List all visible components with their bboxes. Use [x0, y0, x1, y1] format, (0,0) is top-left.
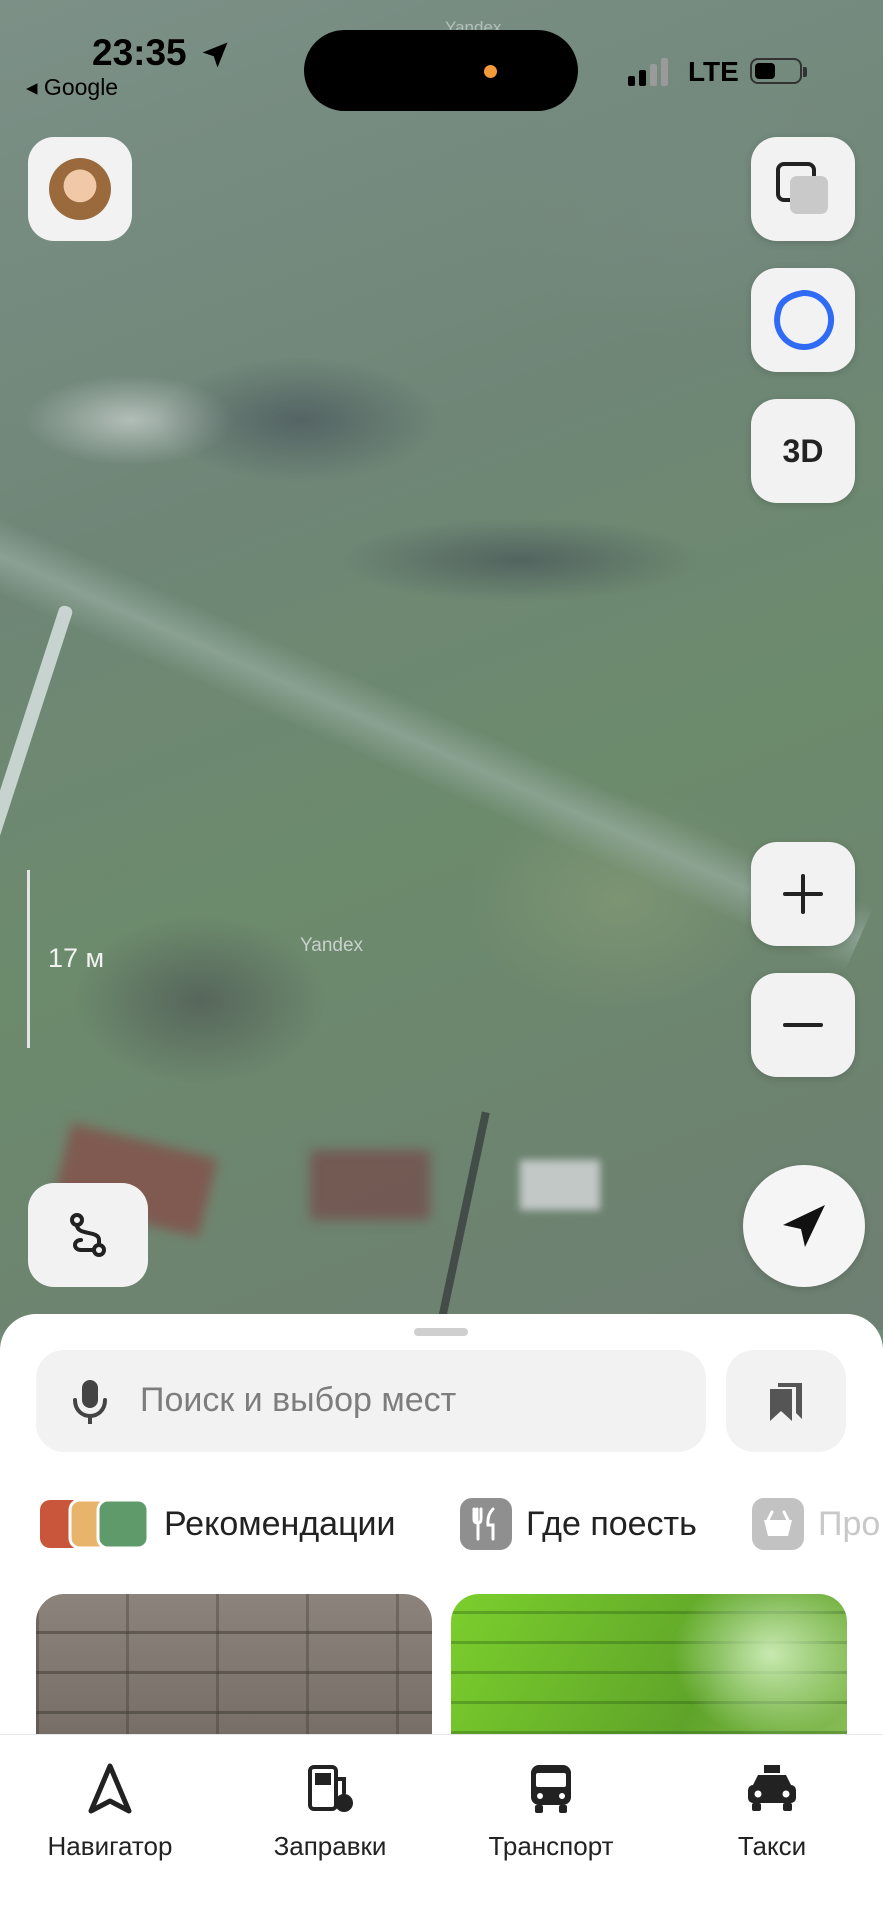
- profile-avatar-button[interactable]: [28, 137, 132, 241]
- road: [0, 604, 74, 856]
- signal-icon: [628, 58, 668, 86]
- zoom-out-button[interactable]: [751, 973, 855, 1077]
- tab-label: Такси: [737, 1831, 807, 1861]
- battery-icon: [750, 58, 807, 84]
- chip-recommendations[interactable]: Рекомендации: [40, 1496, 396, 1552]
- layers-icon: [776, 162, 828, 214]
- tab-transport[interactable]: Транспорт: [451, 1761, 651, 1862]
- basket-icon: [752, 1498, 804, 1550]
- 3d-label: 3D: [782, 432, 824, 469]
- tab-taxi[interactable]: Такси: [672, 1761, 872, 1862]
- status-bar: 23:35 ◂ Google LTE: [0, 0, 883, 111]
- status-time: 23:35: [92, 32, 187, 73]
- route-icon: [70, 1213, 106, 1257]
- place-card[interactable]: [36, 1594, 432, 1734]
- avatar: [49, 158, 111, 220]
- taxi-icon: [748, 1765, 796, 1811]
- recommendations-icon: [40, 1498, 150, 1550]
- bottom-sheet[interactable]: Поиск и выбор мест Рекомендации Где поес: [0, 1314, 883, 1734]
- bus-icon: [531, 1765, 571, 1813]
- alice-icon: [774, 289, 835, 350]
- scale-bar: [27, 870, 30, 1048]
- map-watermark: Yandex: [300, 935, 364, 956]
- privacy-indicator: [484, 65, 497, 78]
- place-card[interactable]: [451, 1594, 847, 1734]
- plus-icon: [783, 874, 823, 914]
- fork-knife-icon: [460, 1498, 512, 1550]
- bookmarks-icon: [770, 1383, 802, 1421]
- tab-bar: Навигатор Заправки Транспорт Такси: [0, 1734, 883, 1921]
- microphone-icon[interactable]: [70, 1378, 110, 1426]
- sheet-grabber[interactable]: [414, 1328, 468, 1336]
- layers-button[interactable]: [751, 137, 855, 241]
- tab-label: Навигатор: [47, 1831, 173, 1861]
- chip-where-to-eat[interactable]: Где поесть: [460, 1496, 697, 1552]
- bookmarks-button[interactable]: [726, 1350, 846, 1452]
- navigation-arrow-icon: [783, 1205, 825, 1247]
- building: [520, 1160, 600, 1210]
- navigator-icon: [88, 1763, 132, 1814]
- tab-navigator[interactable]: Навигатор: [10, 1761, 210, 1862]
- road: [0, 500, 874, 971]
- tab-label: Заправки: [273, 1831, 387, 1861]
- tab-fuel[interactable]: Заправки: [230, 1761, 430, 1862]
- network-type: LTE: [688, 56, 739, 87]
- fence: [438, 1111, 490, 1319]
- my-location-button[interactable]: [743, 1165, 865, 1287]
- back-to-app-link[interactable]: ◂ Google: [26, 74, 118, 101]
- 3d-mode-button[interactable]: 3D: [751, 399, 855, 503]
- minus-icon: [783, 1023, 823, 1027]
- chip-label: Рекомендации: [164, 1504, 396, 1543]
- route-button[interactable]: [28, 1183, 148, 1287]
- tab-label: Транспорт: [488, 1831, 614, 1861]
- dynamic-island: [304, 30, 578, 111]
- building: [310, 1150, 430, 1220]
- fuel-icon: [308, 1765, 353, 1812]
- chip-label: Где поесть: [526, 1504, 697, 1543]
- chip-products[interactable]: Про: [752, 1496, 880, 1552]
- alice-assistant-button[interactable]: [751, 268, 855, 372]
- scale-label: 17 м: [48, 943, 105, 973]
- chip-label: Про: [818, 1504, 881, 1543]
- location-arrow-icon: [202, 42, 228, 68]
- search-input[interactable]: Поиск и выбор мест: [36, 1350, 706, 1452]
- search-placeholder: Поиск и выбор мест: [140, 1381, 457, 1419]
- zoom-in-button[interactable]: [751, 842, 855, 946]
